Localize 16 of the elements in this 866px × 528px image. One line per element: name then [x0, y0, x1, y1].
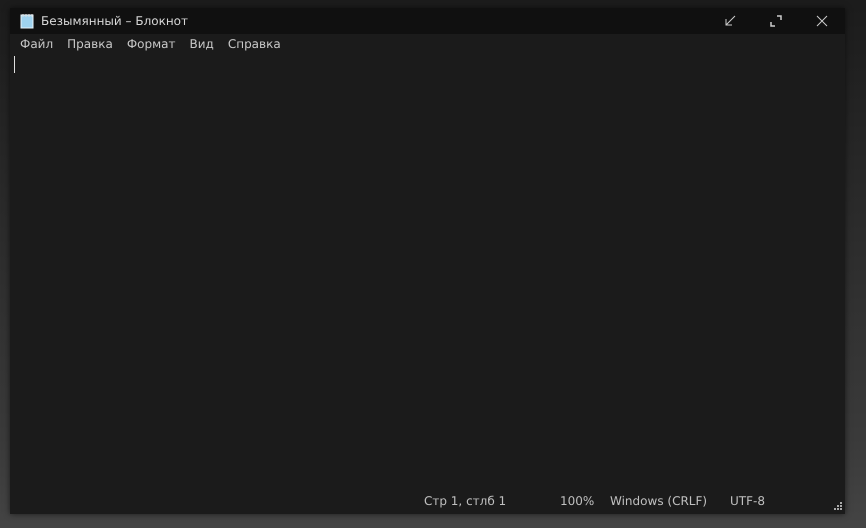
close-icon	[816, 15, 828, 27]
text-caret	[14, 56, 15, 73]
status-text: Windows (CRLF)	[610, 494, 708, 508]
window-title: Безымянный – Блокнот	[41, 14, 190, 28]
status-text: Стр 1, стлб 1	[424, 494, 508, 508]
resize-grip-icon	[834, 502, 842, 510]
menu-item[interactable]: Формат	[122, 34, 180, 54]
diagonal-arrow-icon	[724, 15, 736, 27]
menu-item[interactable]: Вид	[186, 34, 218, 54]
expand-icon	[770, 15, 782, 27]
menu-item[interactable]: Правка	[63, 34, 117, 54]
status-text: UTF-8	[730, 494, 766, 508]
status-text: 100%	[560, 494, 596, 508]
notepad-icon	[20, 13, 35, 29]
menu-item[interactable]: Справка	[224, 34, 285, 54]
menu-item[interactable]: Файл	[16, 34, 58, 54]
